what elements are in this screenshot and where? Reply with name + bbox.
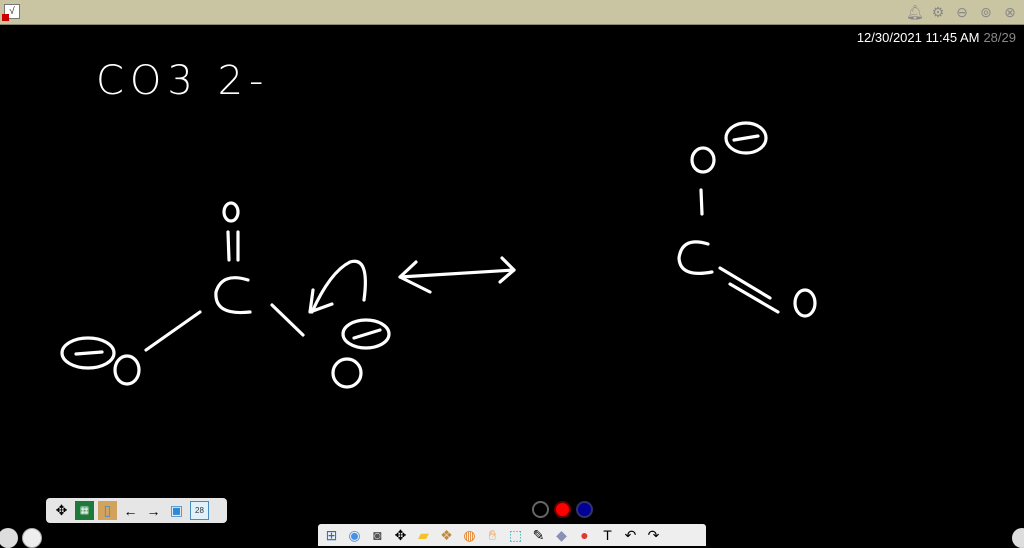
box-icon[interactable]: ❖ [437, 526, 456, 545]
move-icon[interactable]: ✥ [391, 526, 410, 545]
page-number-icon[interactable]: 28 [190, 501, 209, 520]
color-black[interactable] [532, 501, 549, 518]
gallery-icon[interactable] [22, 528, 42, 548]
bell-icon[interactable]: 🔔︎ [906, 3, 924, 21]
resonance-arrow [398, 256, 516, 294]
color-blue[interactable] [576, 501, 593, 518]
structure-left [60, 201, 391, 389]
app-icon[interactable]: √ [2, 4, 20, 21]
windows-icon[interactable]: ⊞ [322, 526, 341, 545]
redo-icon[interactable]: ↷ [644, 526, 663, 545]
page-toolbar: ✥ ▦ ▯ ← → ▣ 28 [46, 498, 227, 523]
shape-icon[interactable]: ● [575, 526, 594, 545]
next-page-icon[interactable]: → [144, 501, 163, 520]
hand-icon[interactable]: ✋︎ [483, 526, 502, 545]
screenshot-icon[interactable]: ◙ [368, 526, 387, 545]
color-picker [532, 501, 593, 518]
browser-icon[interactable]: ◍ [460, 526, 479, 545]
formula-co3: CO3 2- [96, 58, 270, 104]
undo-icon[interactable]: ↶ [621, 526, 640, 545]
close-icon[interactable]: ⊗ [1002, 3, 1018, 21]
move-icon[interactable]: ✥ [52, 501, 71, 520]
left-app-icon[interactable] [0, 528, 18, 548]
main-toolbar: ⊞ ◉ ◙ ✥ ▰ ❖ ◍ ✋︎ ⬚ ✎ ◆ ● T ↶ ↷ [318, 524, 706, 546]
eraser-icon[interactable]: ◆ [552, 526, 571, 545]
folder-icon[interactable]: ▰ [414, 526, 433, 545]
restore-icon[interactable]: ⊚ [978, 3, 994, 21]
import-icon[interactable]: ▯ [98, 501, 117, 520]
select-icon[interactable]: ⬚ [506, 526, 525, 545]
text-icon[interactable]: T [598, 526, 617, 545]
title-bar: √ 🔔︎ ⚙ ⊖ ⊚ ⊗ [0, 0, 1024, 25]
pen-icon[interactable]: ✎ [529, 526, 548, 545]
structure-right [677, 121, 817, 318]
board-icon[interactable]: ▦ [75, 501, 94, 520]
gear-icon[interactable]: ⚙ [930, 3, 946, 21]
color-red[interactable] [554, 501, 571, 518]
people-icon[interactable]: ◉ [345, 526, 364, 545]
add-page-icon[interactable]: ▣ [167, 501, 186, 520]
prev-page-icon[interactable]: ← [121, 501, 140, 520]
minimize-icon[interactable]: ⊖ [954, 3, 970, 21]
right-app-icon[interactable] [1012, 528, 1024, 548]
